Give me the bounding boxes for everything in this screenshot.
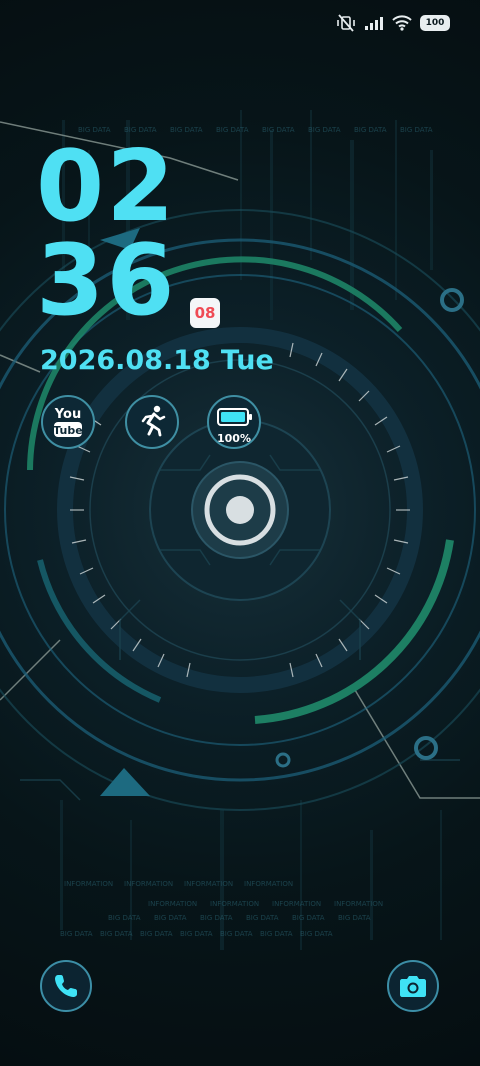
status-bar: 100 [336, 12, 450, 34]
seconds-badge: 08 [190, 298, 220, 328]
wallpaper-text-big-data-20: BIG DATA [260, 930, 293, 938]
wallpaper-text-big-data-14: BIG DATA [338, 914, 371, 922]
wallpaper-text-big-data-11: BIG DATA [200, 914, 233, 922]
wallpaper-text-information-1: INFORMATION [64, 880, 113, 888]
svg-text:You: You [54, 407, 81, 422]
date-text: 2026.08.18 [40, 345, 211, 376]
battery-widget[interactable]: 100% [207, 395, 261, 449]
clock-hour: 02 [36, 130, 177, 244]
battery-level-text: 100 [425, 18, 445, 28]
wallpaper-text-big-data-19: BIG DATA [220, 930, 253, 938]
battery-percent: 100% [217, 432, 251, 445]
wallpaper-text-information-4: INFORMATION [244, 880, 293, 888]
wallpaper-text-big-data-13: BIG DATA [292, 914, 325, 922]
wallpaper-text-big-data-18: BIG DATA [180, 930, 213, 938]
wallpaper-text-information-6: INFORMATION [210, 900, 259, 908]
wallpaper-text-information-2: INFORMATION [124, 880, 173, 888]
camera-shortcut-button[interactable] [387, 960, 439, 1012]
phone-icon [55, 975, 77, 997]
wallpaper-text-information-7: INFORMATION [272, 900, 321, 908]
wallpaper-text-big-data-8: BIG DATA [400, 126, 433, 134]
battery-icon: 100 [420, 15, 450, 31]
youtube-icon: You Tube [53, 407, 83, 437]
steps-widget[interactable] [125, 395, 179, 449]
clock-minute: 36 [36, 224, 177, 338]
wallpaper-text-big-data-16: BIG DATA [100, 930, 133, 938]
wallpaper-text-information-8: INFORMATION [334, 900, 383, 908]
date-row: 2026.08.18 Tue [40, 344, 274, 378]
wallpaper-text-information-3: INFORMATION [184, 880, 233, 888]
svg-text:Tube: Tube [53, 424, 82, 437]
wallpaper-text-big-data-12: BIG DATA [246, 914, 279, 922]
wallpaper-text-big-data-5: BIG DATA [262, 126, 295, 134]
vibrate-off-icon [337, 14, 355, 32]
signal-icon [365, 17, 383, 30]
running-person-icon [141, 405, 166, 437]
wallpaper-text-big-data-10: BIG DATA [154, 914, 187, 922]
youtube-widget[interactable]: You Tube [41, 395, 95, 449]
wallpaper-text-big-data-15: BIG DATA [60, 930, 93, 938]
wallpaper-text-big-data-17: BIG DATA [140, 930, 173, 938]
wallpaper-text-big-data-21: BIG DATA [300, 930, 333, 938]
wallpaper-text-information-5: INFORMATION [148, 900, 197, 908]
weekday-text: Tue [220, 345, 274, 376]
wallpaper-text-big-data-7: BIG DATA [354, 126, 387, 134]
lock-screen: BIG DATA BIG DATA BIG DATA BIG DATA BIG … [0, 0, 480, 1066]
wallpaper-text-big-data-9: BIG DATA [108, 914, 141, 922]
phone-shortcut-button[interactable] [40, 960, 92, 1012]
wallpaper-text-big-data-6: BIG DATA [308, 126, 341, 134]
clock: 02 36 [36, 130, 177, 338]
camera-icon [400, 976, 426, 997]
wifi-icon [392, 15, 412, 31]
wallpaper-text-big-data-4: BIG DATA [216, 126, 249, 134]
